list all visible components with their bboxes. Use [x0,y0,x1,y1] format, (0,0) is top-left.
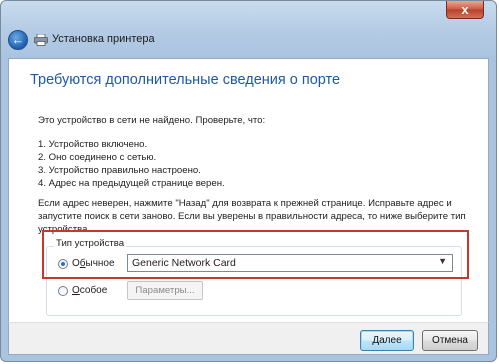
device-type-select[interactable]: Generic Network Card ▼ [127,254,453,272]
custom-radio[interactable] [58,286,68,296]
close-button[interactable]: x [446,1,484,19]
back-arrow-icon: ← [11,32,25,47]
footer-bar [8,322,489,355]
window-title: Установка принтера [52,33,155,45]
checklist-item: 2. Оно соединено с сетью. [38,152,157,163]
next-button[interactable]: Далее [360,330,414,351]
standard-radio-label[interactable]: Обычное [72,257,115,270]
printer-icon [34,34,48,46]
cancel-button[interactable]: Отмена [422,330,478,351]
checklist-item: 1. Устройство включено. [38,139,148,150]
params-button: Параметры... [127,281,203,300]
standard-radio[interactable] [58,259,68,269]
chevron-down-icon: ▼ [438,256,447,266]
back-button[interactable]: ← [8,30,28,50]
page-heading: Требуются дополнительные сведения о порт… [30,72,341,88]
instruction-line: запустите поиск в сети заново. Если вы у… [38,211,466,222]
intro-text: Это устройство в сети не найдено. Провер… [38,115,266,126]
device-type-select-value: Generic Network Card [132,257,236,269]
instruction-line: Если адрес неверен, нажмите "Назад" для … [38,198,452,209]
checklist-item: 4. Адрес на предыдущей странице верен. [38,178,225,189]
checklist-item: 3. Устройство правильно настроено. [38,165,201,176]
custom-radio-label[interactable]: Особое [72,284,107,297]
